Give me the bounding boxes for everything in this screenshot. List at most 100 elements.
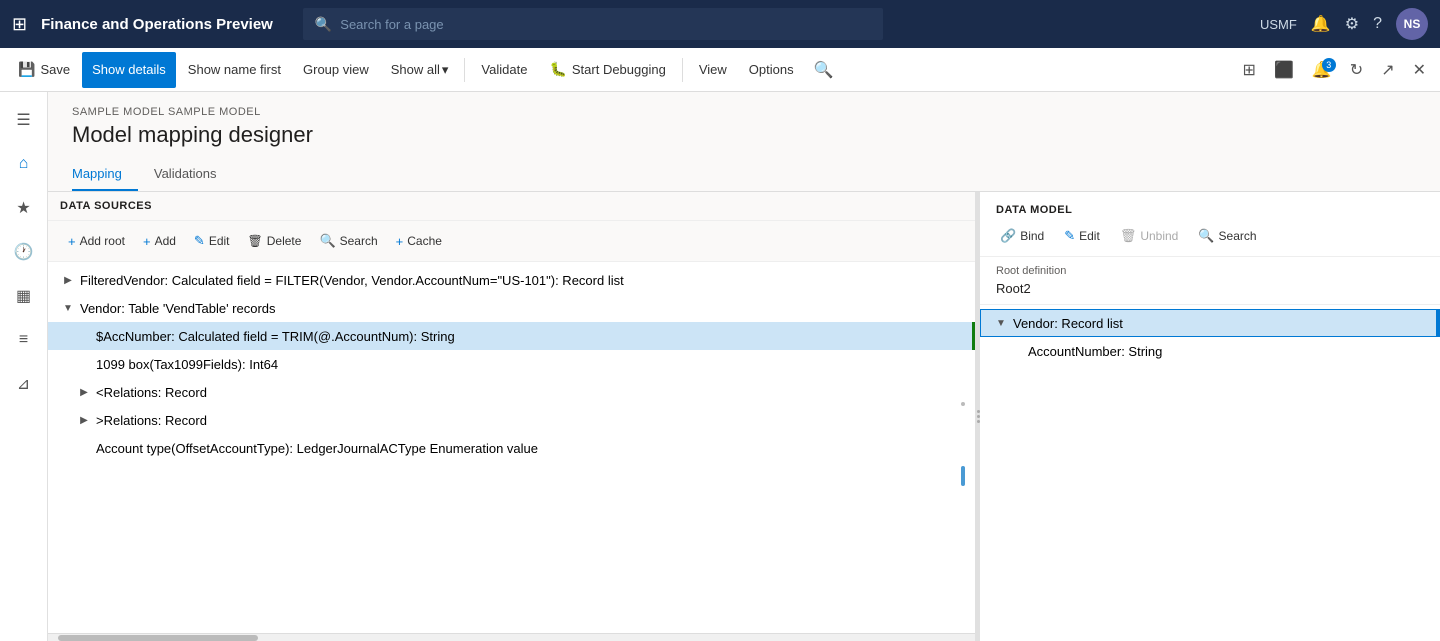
cache-icon: + [396, 234, 404, 249]
left-sidebar: ☰ ⌂ ★ 🕐 ▦ ≡ ⊿ [0, 92, 48, 641]
avatar[interactable]: NS [1396, 8, 1428, 40]
edit-icon: ✎ [194, 233, 205, 249]
sidebar-item-workspaces[interactable]: ▦ [4, 276, 44, 316]
expand-icon-relationsLt[interactable]: ▶ [76, 387, 92, 398]
tree-item-vendor[interactable]: ▼ Vendor: Table 'VendTable' records [48, 294, 975, 322]
edit-button[interactable]: ✎ Edit [186, 229, 238, 253]
datamodel-tree: ▼ Vendor: Record list AccountNumber: Str… [980, 305, 1440, 641]
add-button[interactable]: + Add [135, 230, 184, 253]
page-header: SAMPLE MODEL SAMPLE MODEL Model mapping … [48, 92, 1440, 158]
search-bar-icon[interactable]: 🔍 [806, 56, 842, 84]
datasources-tree: ▶ FilteredVendor: Calculated field = FIL… [48, 262, 975, 633]
bind-icon: 🔗 [1000, 228, 1016, 244]
tabs-bar: Mapping Validations [48, 158, 1440, 192]
save-button[interactable]: 💾 Save [8, 52, 80, 88]
tree-item-filteredVendor[interactable]: ▶ FilteredVendor: Calculated field = FIL… [48, 266, 975, 294]
main-layout: ☰ ⌂ ★ 🕐 ▦ ≡ ⊿ SAMPLE MODEL SAMPLE MODEL … [0, 92, 1440, 641]
close-icon[interactable]: ✕ [1407, 56, 1432, 84]
dm-edit-icon: ✎ [1064, 228, 1075, 244]
datasources-panel: DATA SOURCES + Add root + Add ✎ Edit [48, 192, 976, 641]
expand-icon-filteredVendor[interactable]: ▶ [60, 275, 76, 286]
show-details-button[interactable]: Show details [82, 52, 176, 88]
expand-icon-vendor[interactable]: ▼ [60, 303, 76, 314]
options-button[interactable]: Options [739, 52, 804, 88]
ds-scroll-thumb[interactable] [58, 635, 258, 641]
content-area: SAMPLE MODEL SAMPLE MODEL Model mapping … [48, 92, 1440, 641]
start-debugging-button[interactable]: 🐛 Start Debugging [539, 52, 675, 88]
search-input[interactable] [340, 17, 871, 32]
sidebar-item-home[interactable]: ⌂ [4, 144, 44, 184]
tree-item-relationsGt[interactable]: ▶ >Relations: Record [48, 406, 975, 434]
breadcrumb: SAMPLE MODEL SAMPLE MODEL [72, 106, 1416, 118]
view-button[interactable]: View [689, 52, 737, 88]
delete-button[interactable]: 🗑 Delete [240, 230, 310, 252]
vscroll-mark-2 [961, 466, 965, 486]
sidebar-item-menu[interactable]: ☰ [4, 100, 44, 140]
notification-icon[interactable]: 🔔 [1311, 14, 1331, 34]
separator-2 [682, 58, 683, 82]
search-icon: 🔍 [315, 16, 332, 33]
help-icon[interactable]: ? [1373, 15, 1382, 33]
separator-1 [464, 58, 465, 82]
tree-item-accountType[interactable]: Account type(OffsetAccountType): LedgerJ… [48, 434, 975, 462]
save-icon: 💾 [18, 61, 35, 78]
tree-item-tax1099[interactable]: 1099 box(Tax1099Fields): Int64 [48, 350, 975, 378]
datamodel-header: DATA MODEL [980, 192, 1440, 220]
sidebar-item-filter[interactable]: ⊿ [4, 364, 44, 404]
settings-icon[interactable]: ⚙ [1345, 14, 1359, 34]
connect-icon[interactable]: ⊞ [1237, 56, 1262, 84]
sidebar-item-list[interactable]: ≡ [4, 320, 44, 360]
show-name-first-button[interactable]: Show name first [178, 52, 291, 88]
split-content: DATA SOURCES + Add root + Add ✎ Edit [48, 192, 1440, 641]
validate-button[interactable]: Validate [471, 52, 537, 88]
nav-right: USMF 🔔 ⚙ ? NS [1260, 8, 1428, 40]
datamodel-toolbar: 🔗 Bind ✎ Edit 🗑 Unbind 🔍 Search [980, 220, 1440, 257]
dm-search-button[interactable]: 🔍 Search [1190, 224, 1264, 248]
notification-badge: 3 [1322, 58, 1336, 72]
tab-validations[interactable]: Validations [154, 158, 233, 191]
unbind-icon: 🗑 [1120, 228, 1137, 244]
app-title: Finance and Operations Preview [41, 16, 273, 33]
search-ds-icon: 🔍 [319, 233, 335, 249]
sidebar-item-favorites[interactable]: ★ [4, 188, 44, 228]
cache-button[interactable]: + Cache [388, 230, 450, 253]
tab-mapping[interactable]: Mapping [72, 158, 138, 191]
dm-expand-vendor[interactable]: ▼ [993, 318, 1009, 329]
ds-scrollbar-h[interactable] [48, 633, 975, 641]
delete-icon: 🗑 [248, 234, 263, 248]
expand-icon-relationsGt[interactable]: ▶ [76, 415, 92, 426]
page-title: Model mapping designer [72, 122, 1416, 148]
top-nav: ⊞ Finance and Operations Preview 🔍 USMF … [0, 0, 1440, 48]
debug-icon: 🐛 [549, 61, 566, 78]
refresh-icon[interactable]: ↻ [1344, 56, 1369, 84]
group-view-button[interactable]: Group view [293, 52, 379, 88]
vscroll-mark-1 [961, 402, 965, 406]
root-def-value: Root2 [996, 281, 1424, 296]
open-external-icon[interactable]: ↗ [1375, 56, 1400, 84]
search-ds-button[interactable]: 🔍 Search [311, 229, 385, 253]
grid-icon[interactable]: ⊞ [12, 14, 27, 35]
dm-search-icon: 🔍 [1198, 228, 1214, 244]
datasources-header: DATA SOURCES [48, 192, 975, 221]
show-all-button[interactable]: Show all ▾ [381, 52, 459, 88]
selected-bar-green [972, 322, 975, 350]
notification-bar-icon[interactable]: 🔔 3 [1306, 56, 1338, 84]
chevron-down-icon: ▾ [442, 62, 449, 78]
company-label: USMF [1260, 17, 1297, 32]
root-def-label: Root definition [996, 265, 1424, 277]
root-definition: Root definition Root2 [980, 257, 1440, 305]
selected-bar-blue [1436, 310, 1439, 336]
global-search-bar[interactable]: 🔍 [303, 8, 883, 40]
expand-icon[interactable]: ⬛ [1268, 56, 1300, 84]
sidebar-item-recent[interactable]: 🕐 [4, 232, 44, 272]
dm-item-vendorRecordList[interactable]: ▼ Vendor: Record list [980, 309, 1440, 337]
add-root-button[interactable]: + Add root [60, 230, 133, 253]
dm-item-accountNumber[interactable]: AccountNumber: String [980, 337, 1440, 365]
dm-edit-button[interactable]: ✎ Edit [1056, 224, 1108, 248]
add-icon: + [143, 234, 151, 249]
action-bar: 💾 Save Show details Show name first Grou… [0, 48, 1440, 92]
tree-item-relationsLt[interactable]: ▶ <Relations: Record [48, 378, 975, 406]
tree-item-accNumber[interactable]: $AccNumber: Calculated field = TRIM(@.Ac… [48, 322, 975, 350]
unbind-button[interactable]: 🗑 Unbind [1112, 224, 1187, 248]
bind-button[interactable]: 🔗 Bind [992, 224, 1052, 248]
